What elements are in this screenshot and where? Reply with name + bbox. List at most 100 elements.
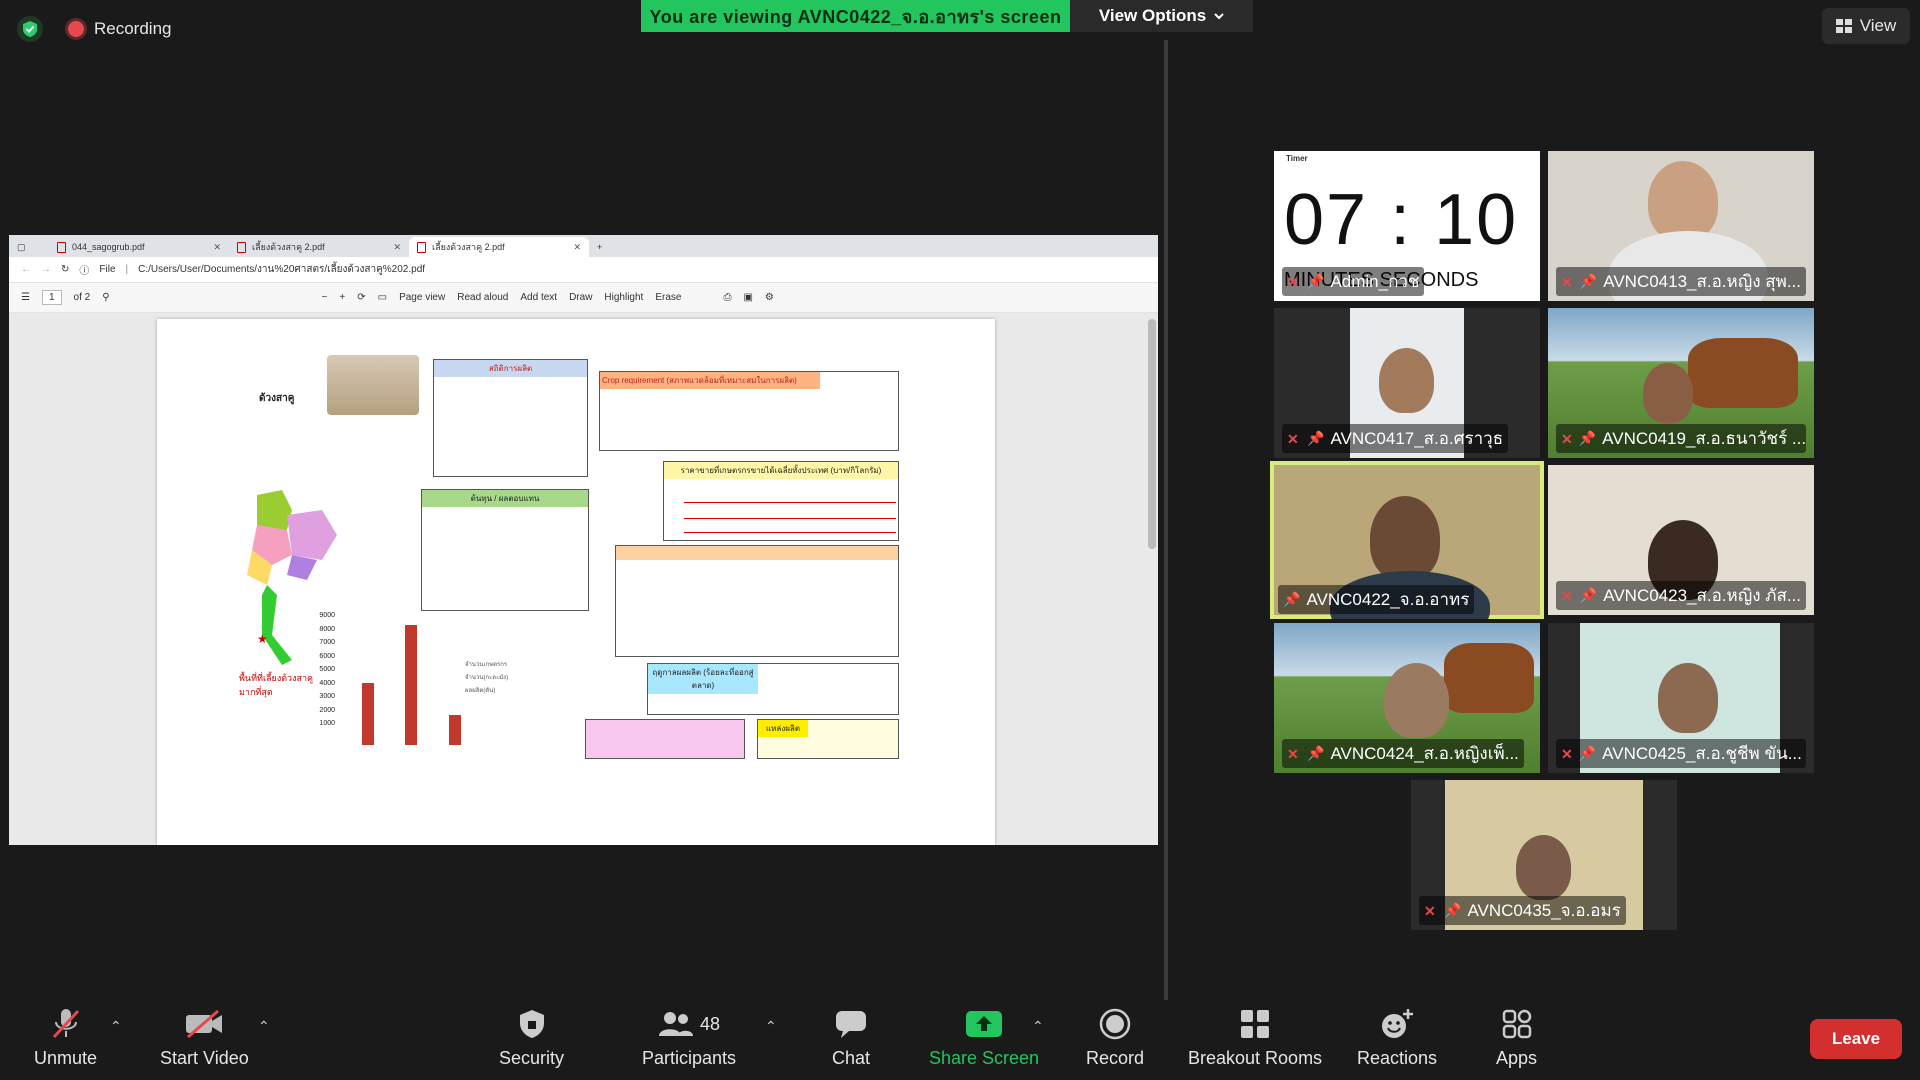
chart-y-axis: 9000 8000 7000 6000 5000 4000 3000 2000 … <box>315 609 335 731</box>
recording-label: Recording <box>94 19 172 38</box>
start-video-button[interactable]: Start Video <box>160 1007 249 1069</box>
recording-indicator[interactable]: Recording <box>68 19 172 39</box>
info-icon: ⓘ <box>79 266 90 277</box>
browser-tab-1[interactable]: 044_sagogrub.pdf ✕ <box>49 237 229 257</box>
price-box: ราคาขายที่เกษตรกรขายได้เฉลี่ยทั้งประเทศ … <box>663 461 899 541</box>
browser-tab-2[interactable]: เลี้ยงด้วงสาคู 2.pdf ✕ <box>229 237 409 257</box>
view-options-button[interactable]: View Options <box>1070 0 1253 32</box>
close-icon[interactable]: ✕ <box>393 242 401 253</box>
security-label: Security <box>499 1048 565 1068</box>
participant-name-tag: ✕ 📌 AVNC0424_ส.อ.หญิงเพ็... <box>1282 739 1524 768</box>
share-screen-label: Share Screen <box>929 1048 1040 1068</box>
participants-chevron-icon[interactable]: ⌃ <box>765 1018 777 1035</box>
participant-name: AVNC0417_ส.อ.ศราวุธ <box>1330 429 1504 448</box>
participant-tile[interactable]: ✕ 📌 AVNC0425_ส.อ.ชูชีพ ขัน... <box>1548 623 1814 773</box>
browser-tab-3[interactable]: เลี้ยงด้วงสาคู 2.pdf ✕ <box>409 237 589 257</box>
legend-item: ผลผลิต(ตัน) <box>465 688 496 694</box>
breakout-rooms-button[interactable]: Breakout Rooms <box>1188 1007 1322 1069</box>
season-box: ฤดูกาลผลผลิต (ร้อยละที่ออกสู่ตลาด) <box>647 663 899 715</box>
participant-tile[interactable]: ✕ 📌 AVNC0419_ส.อ.ธนาวัชร์ ... <box>1548 308 1814 458</box>
video-options-chevron-icon[interactable]: ⌃ <box>258 1018 270 1035</box>
pdf-icon <box>57 241 66 253</box>
tab-actions-icon[interactable]: ▢ <box>9 237 49 257</box>
rotate-icon[interactable]: ⟳ <box>357 292 365 303</box>
y-tick: 4000 <box>319 679 335 687</box>
contents-icon[interactable]: ☰ <box>21 292 30 303</box>
zoom-out-icon[interactable]: − <box>322 292 328 303</box>
zoom-in-icon[interactable]: + <box>339 292 345 303</box>
cow-background <box>1688 338 1798 408</box>
recording-dot-icon <box>68 21 84 37</box>
record-icon <box>1099 1007 1131 1041</box>
settings-gear-icon[interactable]: ⚙ <box>765 292 774 303</box>
view-button[interactable]: View <box>1822 8 1910 44</box>
share-screen-button[interactable]: Share Screen <box>929 1007 1039 1069</box>
close-icon[interactable]: ✕ <box>213 242 221 253</box>
page-view-button[interactable]: Page view <box>399 292 445 303</box>
record-button[interactable]: Record <box>1086 1007 1144 1069</box>
pin-icon: 📌 <box>1307 745 1325 761</box>
draw-button[interactable]: Draw <box>569 292 592 303</box>
participant-face <box>1516 835 1571 900</box>
participants-button[interactable]: 48 Participants <box>642 1007 736 1069</box>
panel-divider[interactable] <box>1164 40 1168 1000</box>
tab-title: 044_sagogrub.pdf <box>72 242 145 252</box>
larvae-photo <box>327 355 419 415</box>
erase-button[interactable]: Erase <box>655 292 681 303</box>
url-field[interactable]: C:/Users/User/Documents/งาน%20ศาสตร/เลี้… <box>138 262 425 277</box>
security-shield-icon <box>518 1007 546 1041</box>
pin-icon: 📌 <box>1307 430 1325 446</box>
muted-mic-icon: ✕ <box>1287 745 1299 762</box>
apps-button[interactable]: Apps <box>1496 1007 1537 1069</box>
timer-label: Timer <box>1286 154 1308 163</box>
shared-screen: ▢ 044_sagogrub.pdf ✕ เลี้ยงด้วงสาคู 2.pdf… <box>9 235 1158 845</box>
file-label: File <box>99 264 116 275</box>
pin-icon: 📌 <box>1283 591 1301 607</box>
refresh-icon[interactable]: ↻ <box>61 264 69 275</box>
highlight-button[interactable]: Highlight <box>604 292 643 303</box>
participant-tile-active-speaker[interactable]: 📌 AVNC0422_จ.อ.อาทร <box>1270 461 1544 619</box>
audio-options-chevron-icon[interactable]: ⌃ <box>110 1018 122 1035</box>
pdf-toolbar: ☰ 1 of 2 ⚲ − + ⟳ ▭ Page view Read aloud … <box>9 283 1158 313</box>
participants-count: 48 <box>700 1013 721 1034</box>
read-aloud-button[interactable]: Read aloud <box>457 292 508 303</box>
print-icon[interactable]: ⎙ <box>723 292 731 303</box>
chart-legend: จำนวนเกษตรกร จำนวน(กะละมัง) ผลผลิต(ตัน) <box>465 659 508 698</box>
muted-mic-icon: ✕ <box>1561 273 1573 290</box>
participant-tile[interactable]: ✕ 📌 AVNC0423_ส.อ.หญิง ภัส... <box>1548 465 1814 615</box>
pdf-scrollbar[interactable] <box>1148 319 1156 549</box>
add-text-button[interactable]: Add text <box>520 292 557 303</box>
share-options-chevron-icon[interactable]: ⌃ <box>1032 1018 1044 1035</box>
pin-icon: 📌 <box>1578 430 1597 446</box>
reactions-button[interactable]: Reactions <box>1357 1007 1437 1069</box>
participant-tile[interactable]: ✕ 📌 AVNC0417_ส.อ.ศราวุธ <box>1274 308 1540 458</box>
chart-bar <box>362 683 374 745</box>
save-icon[interactable]: ▣ <box>743 292 752 303</box>
leave-button[interactable]: Leave <box>1810 1019 1902 1059</box>
svg-text:★: ★ <box>257 632 268 646</box>
new-tab-icon[interactable]: + <box>589 237 619 257</box>
page-number-input[interactable]: 1 <box>41 290 62 305</box>
participant-tile[interactable]: ✕ 📌 AVNC0435_จ.อ.อมร <box>1411 780 1677 930</box>
security-button[interactable]: Security <box>499 1007 564 1069</box>
security-shield-icon[interactable] <box>17 16 43 42</box>
search-icon[interactable]: ⚲ <box>102 292 109 303</box>
fit-icon[interactable]: ▭ <box>378 292 387 303</box>
participant-name: AVNC0419_ส.อ.ธนาวัชร์ ... <box>1602 429 1806 448</box>
participants-icon: 48 <box>658 1007 720 1041</box>
unmute-button[interactable]: Unmute <box>34 1007 97 1069</box>
participant-name: AVNC0413_ส.อ.หญิง สุพ... <box>1603 272 1801 291</box>
participant-name-tag: ✕ 📌 AVNC0423_ส.อ.หญิง ภัส... <box>1556 581 1806 610</box>
chevron-down-icon <box>1214 12 1224 19</box>
forward-icon[interactable]: → <box>41 264 51 275</box>
legend-item: จำนวน(กะละมัง) <box>465 675 509 681</box>
participant-tile[interactable]: Timer 07 : 10 MINUTES SECONDS ✕📌Admin_กว… <box>1274 151 1540 301</box>
close-icon[interactable]: ✕ <box>573 242 581 253</box>
pin-icon: 📌 <box>1579 273 1598 289</box>
chat-button[interactable]: Chat <box>832 1007 870 1069</box>
muted-mic-icon: ✕ <box>1561 745 1573 762</box>
address-bar: ← → ↻ ⓘ File | C:/Users/User/Documents/ง… <box>9 257 1158 283</box>
participant-tile[interactable]: ✕ 📌 AVNC0413_ส.อ.หญิง สุพ... <box>1548 151 1814 301</box>
back-icon[interactable]: ← <box>21 264 31 275</box>
participant-tile[interactable]: ✕ 📌 AVNC0424_ส.อ.หญิงเพ็... <box>1274 623 1540 773</box>
